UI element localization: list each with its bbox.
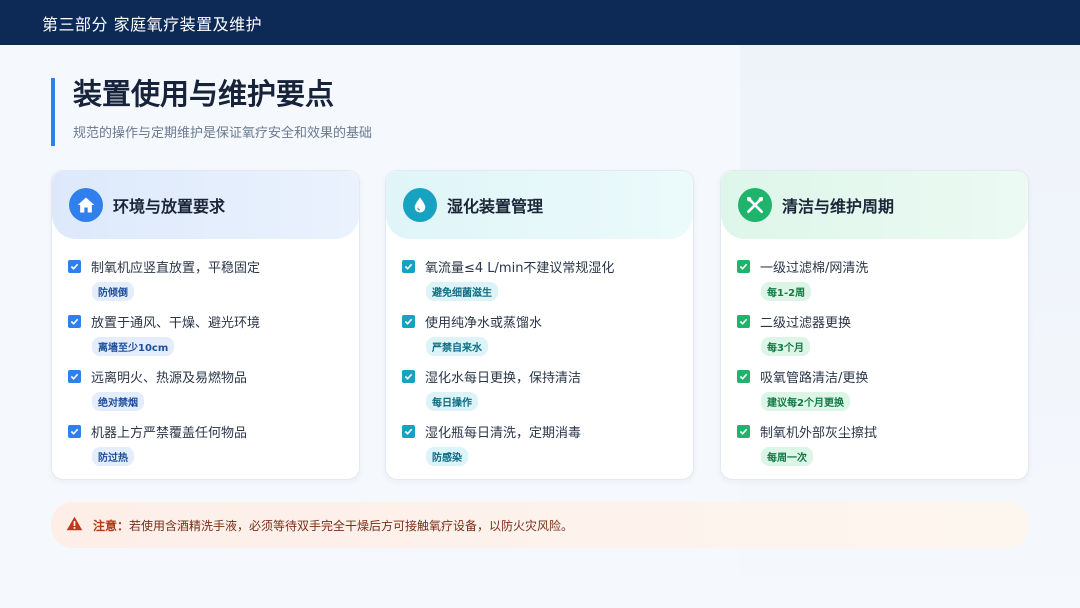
list-item: 机器上方严禁覆盖任何物品 防过热 — [68, 422, 359, 477]
home-icon — [69, 188, 103, 222]
water-drop-icon — [403, 188, 437, 222]
checkbox-icon — [68, 315, 81, 328]
list-item: 吸氧管路清洁/更换 建议每2个月更换 — [737, 367, 1028, 422]
card-title: 清洁与维护周期 — [782, 197, 895, 216]
checkbox-icon — [68, 260, 81, 273]
list-item: 制氧机应竖直放置，平稳固定 防倾倒 — [68, 257, 359, 312]
card-maintenance: 清洁与维护周期 一级过滤棉/网清洗 每1-2周 二级过滤器更换 每3个月 吸氧管… — [720, 170, 1029, 480]
card-humidifier: 湿化装置管理 氧流量≤4 L/min不建议常规湿化 避免细菌滋生 使用纯净水或蒸… — [385, 170, 694, 480]
page-subtitle: 规范的操作与定期维护是保证氧疗安全和效果的基础 — [73, 126, 373, 141]
page-title: 装置使用与维护要点 — [73, 77, 335, 111]
warning-icon — [66, 516, 83, 535]
card-header: 湿化装置管理 — [386, 171, 693, 239]
checkbox-icon — [402, 425, 415, 438]
item-text: 机器上方严禁覆盖任何物品 — [91, 426, 248, 441]
card-environment: 环境与放置要求 制氧机应竖直放置，平稳固定 防倾倒 放置于通风、干燥、避光环境 … — [51, 170, 360, 480]
item-text: 二级过滤器更换 — [760, 316, 852, 331]
item-text: 远离明火、热源及易燃物品 — [91, 371, 248, 386]
checkbox-icon — [737, 425, 750, 438]
item-tag: 每日操作 — [426, 392, 478, 411]
checkbox-icon — [402, 260, 415, 273]
list-item: 远离明火、热源及易燃物品 绝对禁烟 — [68, 367, 359, 422]
checkbox-icon — [737, 370, 750, 383]
list-item: 湿化水每日更换，保持清洁 每日操作 — [402, 367, 693, 422]
checkbox-icon — [68, 425, 81, 438]
item-text: 湿化水每日更换，保持清洁 — [425, 371, 582, 386]
list-item: 一级过滤棉/网清洗 每1-2周 — [737, 257, 1028, 312]
item-tag: 避免细菌滋生 — [426, 282, 498, 301]
item-text: 使用纯净水或蒸馏水 — [425, 316, 543, 331]
checkbox-icon — [402, 370, 415, 383]
item-tag: 防过热 — [92, 447, 134, 466]
checkbox-icon — [737, 315, 750, 328]
item-text: 氧流量≤4 L/min不建议常规湿化 — [425, 261, 615, 276]
item-text: 制氧机应竖直放置，平稳固定 — [91, 261, 261, 276]
item-text: 吸氧管路清洁/更换 — [760, 371, 869, 386]
item-text: 湿化瓶每日清洗，定期消毒 — [425, 426, 582, 441]
list-item: 湿化瓶每日清洗，定期消毒 防感染 — [402, 422, 693, 477]
top-bar: 第三部分 家庭氧疗装置及维护 — [0, 0, 1080, 45]
notice-text: 若使用含酒精洗手液，必须等待双手完全干燥后方可接触氧疗设备，以防火灾风险。 — [129, 518, 574, 533]
notice-label: 注意： — [93, 518, 130, 533]
list-item: 使用纯净水或蒸馏水 严禁自来水 — [402, 312, 693, 367]
card-title: 湿化装置管理 — [447, 197, 544, 216]
item-tag: 严禁自来水 — [426, 337, 488, 356]
checkbox-icon — [402, 315, 415, 328]
item-tag: 每1-2周 — [761, 282, 812, 301]
list-item: 制氧机外部灰尘擦拭 每周一次 — [737, 422, 1028, 477]
item-tag: 每3个月 — [761, 337, 810, 356]
warning-notice: 注意： 若使用含酒精洗手液，必须等待双手完全干燥后方可接触氧疗设备，以防火灾风险… — [51, 502, 1029, 548]
item-tag: 离墙至少10cm — [92, 337, 175, 356]
item-tag: 防倾倒 — [92, 282, 134, 301]
page-heading: 装置使用与维护要点 规范的操作与定期维护是保证氧疗安全和效果的基础 — [51, 77, 651, 146]
list-item: 二级过滤器更换 每3个月 — [737, 312, 1028, 367]
tools-icon — [738, 188, 772, 222]
checkbox-icon — [68, 370, 81, 383]
item-tag: 绝对禁烟 — [92, 392, 144, 411]
item-text: 一级过滤棉/网清洗 — [760, 261, 869, 276]
item-tag: 每周一次 — [761, 447, 813, 466]
item-text: 放置于通风、干燥、避光环境 — [91, 316, 261, 331]
section-title: 第三部分 家庭氧疗装置及维护 — [42, 14, 263, 34]
card-header: 清洁与维护周期 — [721, 171, 1028, 239]
item-text: 制氧机外部灰尘擦拭 — [760, 426, 878, 441]
list-item: 放置于通风、干燥、避光环境 离墙至少10cm — [68, 312, 359, 367]
card-title: 环境与放置要求 — [113, 197, 226, 216]
item-tag: 建议每2个月更换 — [761, 392, 850, 411]
item-tag: 防感染 — [426, 447, 468, 466]
card-header: 环境与放置要求 — [52, 171, 359, 239]
checkbox-icon — [737, 260, 750, 273]
list-item: 氧流量≤4 L/min不建议常规湿化 避免细菌滋生 — [402, 257, 693, 312]
